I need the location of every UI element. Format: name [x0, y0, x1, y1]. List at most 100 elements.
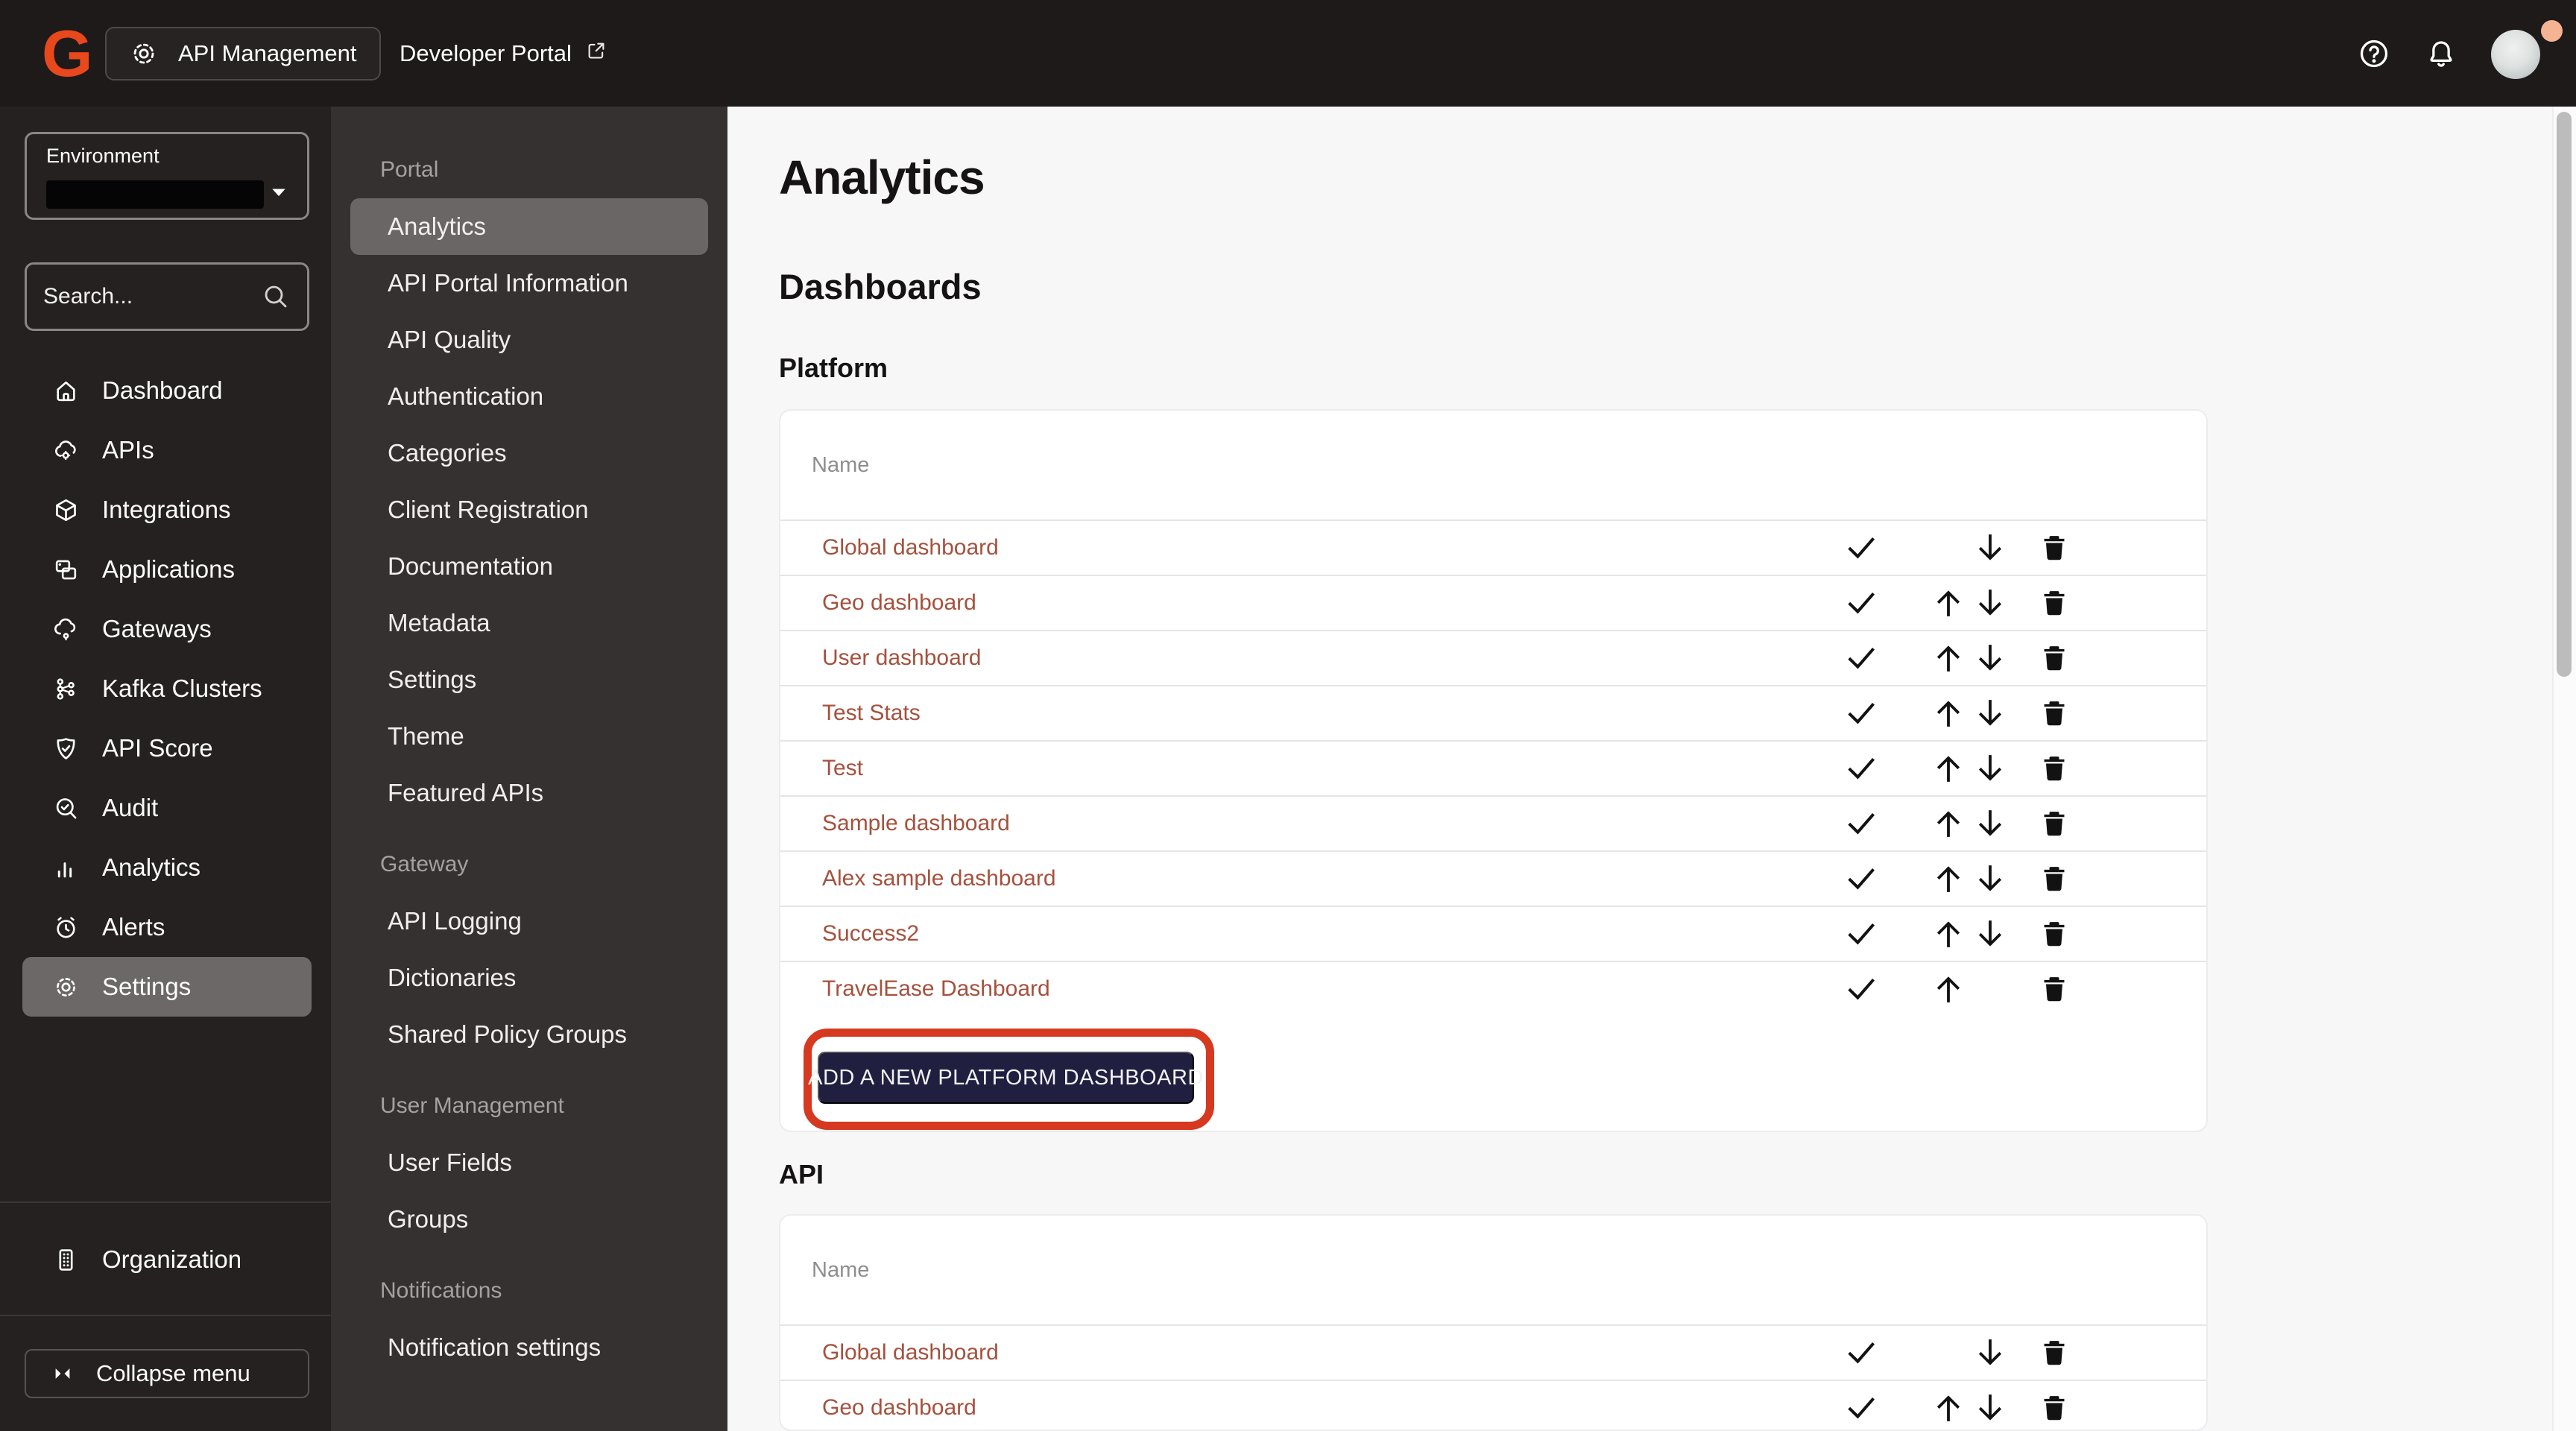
- move-up-button[interactable]: [1931, 806, 1966, 841]
- subnav-item-documentation[interactable]: Documentation: [350, 538, 708, 595]
- sidebar-item-apis[interactable]: APIs: [22, 420, 312, 480]
- delete-button[interactable]: [2039, 531, 2070, 565]
- dashboard-link[interactable]: TravelEase Dashboard: [822, 976, 1050, 1002]
- move-down-button[interactable]: [1972, 861, 2008, 897]
- search-input[interactable]: [43, 284, 261, 309]
- move-down-button[interactable]: [1972, 640, 2008, 676]
- subnav-item-notification-settings[interactable]: Notification settings: [350, 1319, 708, 1376]
- subnav-item-metadata[interactable]: Metadata: [350, 595, 708, 651]
- enabled-check-button[interactable]: [1843, 916, 1879, 952]
- subnav-item-api-quality[interactable]: API Quality: [350, 312, 708, 368]
- dashboard-link[interactable]: Global dashboard: [822, 535, 999, 560]
- scrollbar-thumb[interactable]: [2557, 112, 2572, 677]
- move-up-button[interactable]: [1931, 861, 1966, 897]
- help-button[interactable]: [2357, 37, 2391, 71]
- move-down-button[interactable]: [1972, 806, 2008, 841]
- main-content: Analytics Dashboards Platform Name Globa…: [727, 107, 2552, 1431]
- move-up-button[interactable]: [1931, 585, 1966, 621]
- sidebar-item-organization[interactable]: Organization: [22, 1230, 312, 1289]
- move-down-button[interactable]: [1972, 530, 2008, 566]
- table-row: Success2: [780, 906, 2206, 961]
- subnav-item-featured-apis[interactable]: Featured APIs: [350, 765, 708, 821]
- move-up-button[interactable]: [1931, 916, 1966, 952]
- dashboard-link[interactable]: Alex sample dashboard: [822, 866, 1056, 891]
- subnav-item-api-logging[interactable]: API Logging: [350, 893, 708, 950]
- move-down-button[interactable]: [1972, 1390, 2008, 1426]
- enabled-check-button[interactable]: [1843, 530, 1879, 566]
- delete-button[interactable]: [2039, 862, 2070, 896]
- delete-button[interactable]: [2039, 1391, 2070, 1425]
- move-down-button[interactable]: [1972, 916, 2008, 952]
- move-down-button[interactable]: [1972, 1335, 2008, 1371]
- move-down-button[interactable]: [1972, 695, 2008, 731]
- sidebar-item-label: Analytics: [102, 853, 201, 882]
- dashboard-link[interactable]: Geo dashboard: [822, 590, 976, 616]
- subnav-item-api-portal-information[interactable]: API Portal Information: [350, 255, 708, 312]
- enabled-check-button[interactable]: [1843, 640, 1879, 676]
- subnav-item-authentication[interactable]: Authentication: [350, 368, 708, 425]
- external-link-icon: [585, 40, 607, 62]
- delete-button[interactable]: [2039, 586, 2070, 620]
- table-row: User dashboard: [780, 630, 2206, 685]
- delete-button[interactable]: [2039, 696, 2070, 730]
- sidebar-item-audit[interactable]: Audit: [22, 778, 312, 838]
- environment-select[interactable]: Environment: [25, 132, 309, 220]
- sidebar-item-applications[interactable]: Applications: [22, 540, 312, 599]
- delete-button[interactable]: [2039, 806, 2070, 841]
- enabled-check-button[interactable]: [1843, 751, 1879, 786]
- enabled-check-button[interactable]: [1843, 695, 1879, 731]
- sidebar-item-analytics[interactable]: Analytics: [22, 838, 312, 897]
- collapse-menu-button[interactable]: Collapse menu: [25, 1349, 309, 1398]
- move-down-button[interactable]: [1972, 585, 2008, 621]
- delete-button[interactable]: [2039, 1336, 2070, 1370]
- developer-portal-link[interactable]: Developer Portal: [400, 0, 607, 107]
- enabled-check-button[interactable]: [1843, 585, 1879, 621]
- sidebar-item-alerts[interactable]: Alerts: [22, 897, 312, 957]
- delete-button[interactable]: [2039, 972, 2070, 1006]
- sidebar-item-api-score[interactable]: API Score: [22, 718, 312, 778]
- subnav-item-dictionaries[interactable]: Dictionaries: [350, 950, 708, 1006]
- dashboard-link[interactable]: Sample dashboard: [822, 811, 1010, 836]
- subnav-item-shared-policy-groups[interactable]: Shared Policy Groups: [350, 1006, 708, 1063]
- move-up-button[interactable]: [1931, 971, 1966, 1007]
- sidebar-item-dashboard[interactable]: Dashboard: [22, 361, 312, 420]
- move-up-button[interactable]: [1931, 751, 1966, 786]
- dashboard-link[interactable]: Test Stats: [822, 701, 921, 726]
- app-switcher-button[interactable]: API Management: [105, 27, 381, 80]
- subnav-item-settings[interactable]: Settings: [350, 651, 708, 708]
- delete-button[interactable]: [2039, 641, 2070, 675]
- delete-button[interactable]: [2039, 751, 2070, 786]
- subnav-item-client-registration[interactable]: Client Registration: [350, 481, 708, 538]
- table-row: Geo dashboard: [780, 1380, 2206, 1431]
- api-table-body: Global dashboard Geo dashboard: [780, 1324, 2206, 1431]
- sidebar-item-settings[interactable]: Settings: [22, 957, 312, 1017]
- move-up-button[interactable]: [1931, 1390, 1966, 1426]
- enabled-check-button[interactable]: [1843, 1390, 1879, 1426]
- move-down-button[interactable]: [1972, 751, 2008, 786]
- delete-button[interactable]: [2039, 917, 2070, 951]
- table-row: Alex sample dashboard: [780, 850, 2206, 906]
- dashboard-link[interactable]: User dashboard: [822, 645, 981, 671]
- subnav-item-analytics[interactable]: Analytics: [350, 198, 708, 255]
- dashboard-link[interactable]: Global dashboard: [822, 1340, 999, 1365]
- add-platform-dashboard-button[interactable]: ADD A NEW PLATFORM DASHBOARD: [818, 1052, 1194, 1104]
- sidebar-item-gateways[interactable]: Gateways: [22, 599, 312, 659]
- enabled-check-button[interactable]: [1843, 971, 1879, 1007]
- enabled-check-button[interactable]: [1843, 1335, 1879, 1371]
- sidebar-item-integrations[interactable]: Integrations: [22, 480, 312, 540]
- dashboard-link[interactable]: Test: [822, 756, 863, 781]
- subnav-item-theme[interactable]: Theme: [350, 708, 708, 765]
- subnav-item-categories[interactable]: Categories: [350, 425, 708, 481]
- notifications-button[interactable]: [2424, 37, 2458, 71]
- dashboard-link[interactable]: Geo dashboard: [822, 1395, 976, 1421]
- sidebar-nav: DashboardAPIsIntegrationsApplicationsGat…: [22, 361, 312, 1017]
- avatar[interactable]: [2491, 30, 2540, 79]
- enabled-check-button[interactable]: [1843, 861, 1879, 897]
- move-up-button[interactable]: [1931, 640, 1966, 676]
- sidebar-item-kafka-clusters[interactable]: Kafka Clusters: [22, 659, 312, 718]
- dashboard-link[interactable]: Success2: [822, 921, 919, 947]
- enabled-check-button[interactable]: [1843, 806, 1879, 841]
- move-up-button[interactable]: [1931, 695, 1966, 731]
- subnav-item-user-fields[interactable]: User Fields: [350, 1134, 708, 1191]
- subnav-item-groups[interactable]: Groups: [350, 1191, 708, 1248]
